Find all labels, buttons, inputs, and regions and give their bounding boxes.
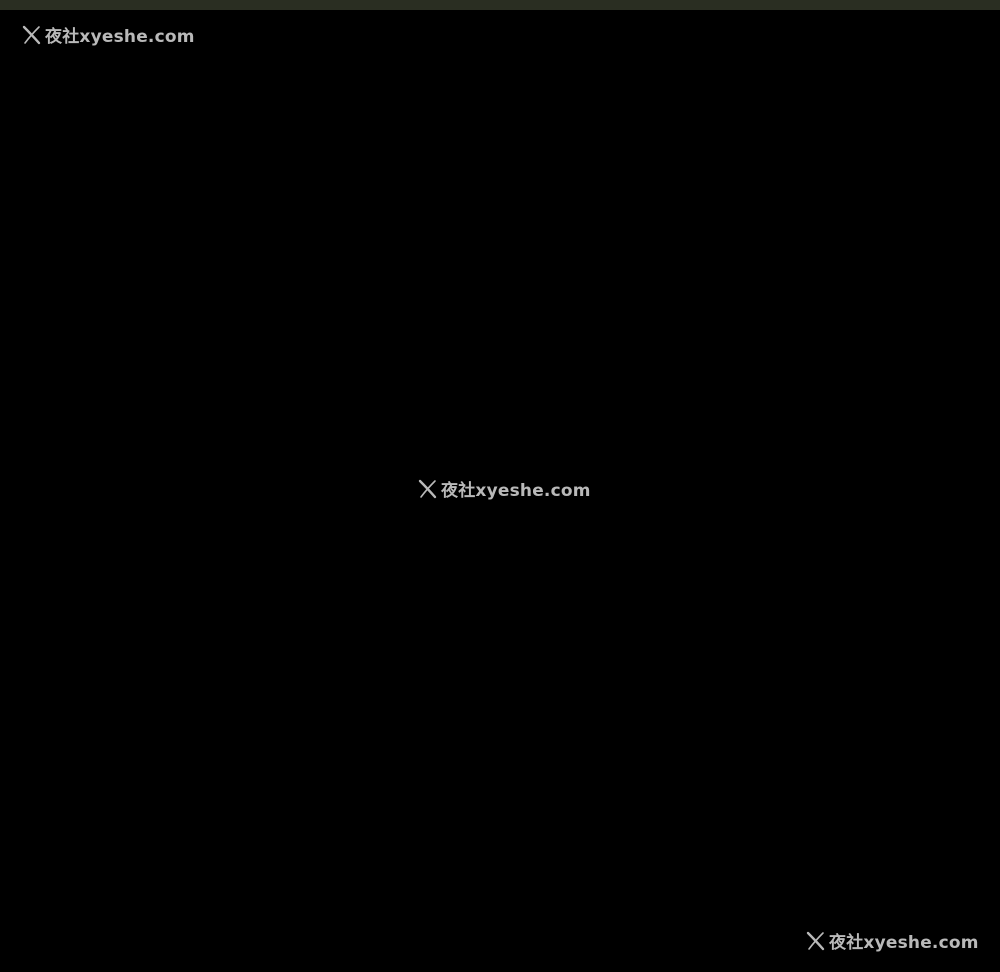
watermark-text: 夜社xyeshe.com [829,933,979,953]
watermark-top-left: 夜社xyeshe.com [22,22,195,47]
top-edge-strip [0,0,1000,10]
watermark-text: 夜社xyeshe.com [45,27,195,47]
x-logo-icon [806,931,826,951]
watermark-text: 夜社xyeshe.com [441,481,591,501]
x-logo-icon [22,25,42,45]
watermark-bottom-right: 夜社xyeshe.com [806,928,979,953]
x-logo-icon [418,479,438,499]
watermark-center: 夜社xyeshe.com [418,476,591,501]
